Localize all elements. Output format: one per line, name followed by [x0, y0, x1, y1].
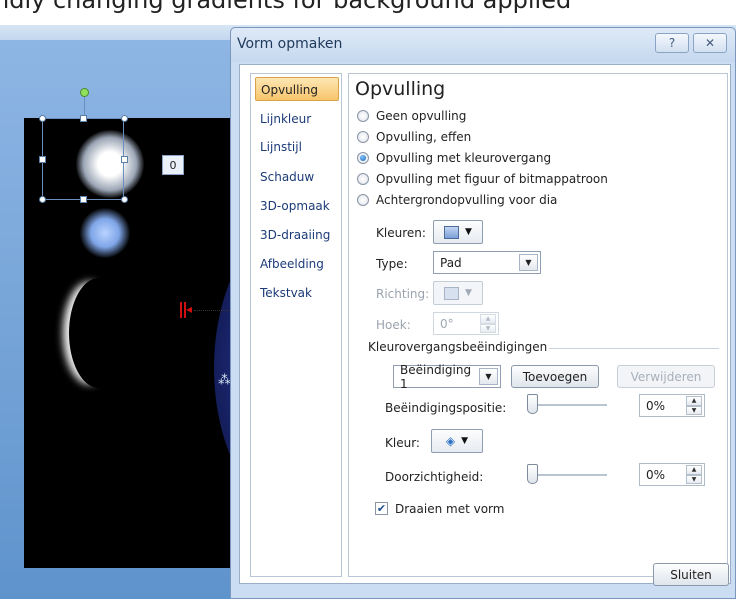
selection-box — [42, 118, 124, 200]
dropdown-arrow-icon: ▼ — [465, 288, 472, 298]
spin-up-icon[interactable]: ▲ — [686, 465, 702, 475]
remove-stop-button[interactable]: Verwijderen — [617, 365, 715, 388]
nav-item-3d-draaiing[interactable]: 3D-draaiing — [255, 223, 339, 247]
stop-color-dropdown[interactable]: ◈ ▼ — [431, 429, 483, 453]
radio-label: Opvulling, effen — [376, 130, 472, 144]
transparency-spinner[interactable]: 0% ▲ ▼ — [639, 463, 705, 486]
nav-item-tekstvak[interactable]: Tekstvak — [255, 281, 339, 305]
resize-handle-r[interactable] — [121, 156, 128, 163]
close-icon: ✕ — [704, 36, 716, 50]
gradient-stop-value: Beëindiging 1 — [400, 362, 472, 391]
resize-handle-br[interactable] — [121, 196, 128, 203]
format-shape-dialog: Vorm opmaken ? ✕ Opvulling Lijnkleur Lij… — [230, 27, 736, 599]
stop-position-label: Beëindigingspositie: — [385, 401, 507, 415]
angle-value: 0° — [440, 316, 454, 331]
background-header-text: ndly changing gradients for background a… — [0, 0, 572, 14]
resize-handle-tr[interactable] — [121, 115, 128, 122]
spin-down-icon[interactable]: ▼ — [686, 405, 702, 415]
spin-up-icon[interactable]: ▲ — [686, 396, 702, 406]
blue-glow-shape — [80, 208, 130, 258]
panel-title: Opvulling — [355, 78, 446, 100]
dropdown-arrow-icon[interactable]: ▼ — [519, 254, 538, 271]
angle-spinner[interactable]: 0° ▲ ▼ — [433, 312, 499, 335]
radio-button-checked[interactable] — [357, 152, 369, 164]
radio-solid-fill[interactable]: Opvulling, effen — [357, 128, 471, 146]
colors-label: Kleuren: — [376, 226, 426, 240]
help-button[interactable]: ? — [655, 33, 689, 53]
transparency-value: 0% — [646, 467, 666, 482]
help-icon: ? — [668, 36, 676, 50]
type-label: Type: — [376, 257, 408, 271]
spin-up-icon[interactable]: ▲ — [480, 314, 496, 324]
nav-item-opvulling[interactable]: Opvulling — [255, 77, 339, 101]
rotate-with-shape-checkbox[interactable]: ✔ — [375, 502, 388, 515]
stop-position-value: 0% — [646, 398, 666, 413]
radio-picture-fill[interactable]: Opvulling met figuur of bitmappatroon — [357, 170, 608, 188]
nav-item-3d-opmaak[interactable]: 3D-opmaak — [255, 194, 339, 218]
motion-path-arrow-icon: ◂ — [186, 302, 193, 316]
direction-preview-icon — [444, 286, 460, 300]
paint-bucket-icon: ◈ — [445, 434, 456, 448]
resize-handle-tl[interactable] — [39, 115, 46, 122]
spin-down-icon[interactable]: ▼ — [480, 323, 496, 333]
radio-slide-background-fill[interactable]: Achtergrondopvulling voor dia — [357, 191, 557, 209]
rotate-with-shape-label: Draaien met vorm — [395, 502, 505, 516]
stop-position-thumb[interactable] — [527, 394, 538, 414]
nav-item-schaduw[interactable]: Schaduw — [255, 165, 339, 189]
transparency-thumb[interactable] — [527, 464, 538, 484]
dropdown-arrow-icon: ▼ — [461, 436, 469, 446]
resize-handle-b[interactable] — [80, 196, 87, 203]
dropdown-arrow-icon[interactable]: ▼ — [479, 368, 498, 385]
selection-index-label: 0 — [162, 155, 184, 175]
type-select[interactable]: Pad ▼ — [433, 251, 541, 274]
direction-dropdown[interactable]: ▼ — [433, 281, 483, 305]
dialog-title: Vorm opmaken — [237, 36, 343, 52]
gradient-stop-select[interactable]: Beëindiging 1 ▼ — [393, 362, 501, 391]
dialog-content: Opvulling Lijnkleur Lijnstijl Schaduw 3D… — [239, 64, 731, 584]
transparency-track[interactable] — [529, 474, 607, 477]
dialog-titlebar[interactable]: Vorm opmaken ? ✕ — [231, 28, 735, 62]
angle-label: Hoek: — [376, 318, 411, 332]
color-swatch-icon — [444, 225, 460, 239]
radio-label: Opvulling met kleurovergang — [376, 151, 552, 165]
radio-button[interactable] — [357, 110, 369, 122]
resize-handle-bl[interactable] — [39, 196, 46, 203]
spin-down-icon[interactable]: ▼ — [686, 474, 702, 484]
type-select-value: Pad — [440, 255, 462, 270]
group-divider — [549, 348, 719, 349]
nav-item-afbeelding[interactable]: Afbeelding — [255, 252, 339, 276]
crescent-shape — [69, 278, 129, 388]
radio-label: Opvulling met figuur of bitmappatroon — [376, 172, 608, 186]
close-window-button[interactable]: ✕ — [693, 33, 727, 53]
nav-item-lijnkleur[interactable]: Lijnkleur — [255, 107, 339, 131]
radio-button[interactable] — [357, 131, 369, 143]
colors-preset-dropdown[interactable]: ▼ — [433, 220, 483, 244]
checkmark-icon: ✔ — [376, 502, 387, 515]
add-stop-button[interactable]: Toevoegen — [511, 365, 599, 388]
stop-position-spinner[interactable]: 0% ▲ ▼ — [639, 394, 705, 417]
radio-label: Geen opvulling — [376, 109, 467, 123]
stop-position-track[interactable] — [529, 404, 607, 407]
fill-panel: Opvulling Geen opvulling Opvulling, effe… — [348, 73, 728, 577]
resize-handle-t[interactable] — [80, 115, 87, 122]
radio-no-fill[interactable]: Geen opvulling — [357, 107, 466, 125]
color-label: Kleur: — [385, 436, 420, 450]
radio-button[interactable] — [357, 194, 369, 206]
dropdown-arrow-icon: ▼ — [465, 227, 472, 237]
radio-gradient-fill[interactable]: Opvulling met kleurovergang — [357, 149, 551, 167]
rotation-handle[interactable] — [80, 88, 89, 97]
category-list: Opvulling Lijnkleur Lijnstijl Schaduw 3D… — [250, 73, 342, 577]
direction-label: Richting: — [376, 287, 430, 301]
transparency-label: Doorzichtigheid: — [385, 470, 484, 484]
radio-label: Achtergrondopvulling voor dia — [376, 193, 558, 207]
gradient-stops-heading: Kleurovergangsbeëindigingen — [368, 340, 548, 354]
radio-button[interactable] — [357, 173, 369, 185]
resize-handle-l[interactable] — [39, 156, 46, 163]
close-button[interactable]: Sluiten — [653, 563, 729, 586]
nav-item-lijnstijl[interactable]: Lijnstijl — [255, 135, 339, 159]
